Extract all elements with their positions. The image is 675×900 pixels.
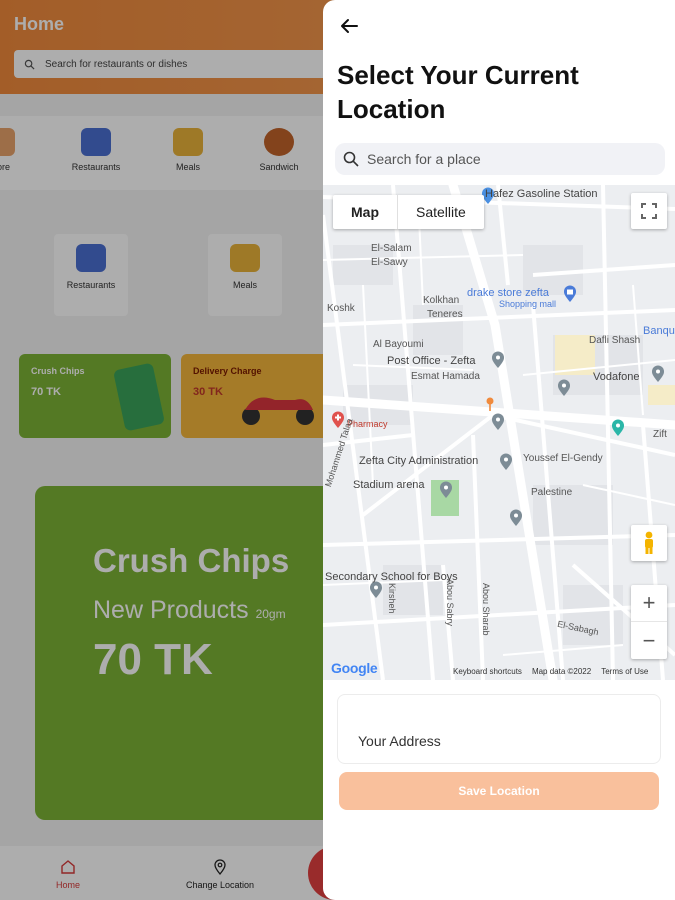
vodafone-pin-icon [652,365,664,382]
pegman-icon [645,531,653,554]
map-footer: Keyboard shortcuts Map data ©2022 Terms … [453,667,648,676]
place-pin-icon [492,413,504,430]
place-pin-icon [612,419,624,436]
map-label: Shopping mall [499,299,557,309]
map-label: El-Sawy [371,257,408,268]
map-label: Abou Sharab [481,583,491,636]
back-button[interactable] [337,14,361,38]
map-label: Al Bayoumi [373,339,424,350]
map-label: El-Salam [371,243,412,254]
map-label: Post Office - Zefta [387,355,476,367]
map-type-toggle: Map Satellite [333,195,484,229]
government-pin-icon [500,453,512,470]
map-label: Dafli Shash [589,335,641,346]
map-label: Hafez Gasoline Station [485,188,598,200]
place-search-input[interactable] [367,151,647,167]
map-label: Zift [653,429,667,440]
google-logo-text: Google [331,660,378,676]
screen: Home Search for restaurants or dishes st… [0,0,675,900]
map-label: Vodafone [593,371,640,383]
place-pin-icon [510,509,522,526]
map-label: Secondary School for Boys [325,571,458,583]
google-logo[interactable]: Google [331,660,378,676]
map-type-map-button[interactable]: Map [333,195,398,229]
post-office-pin-icon [492,351,504,368]
map-label: drake store zefta [467,287,549,299]
map-label: Kirsheh [387,583,397,614]
terms-of-use-link[interactable]: Terms of Use [601,667,648,676]
keyboard-shortcuts-link[interactable]: Keyboard shortcuts [453,667,522,676]
selected-location-pin-icon [486,397,494,411]
save-location-button[interactable]: Save Location [339,772,659,810]
map-label: Abou Sabry [445,579,455,627]
street-view-button[interactable] [631,525,667,561]
shopping-pin-icon [564,285,576,302]
sheet-title: Select Your Current Location [337,60,579,124]
zoom-in-button[interactable]: + [631,585,667,622]
map-label: Kolkhan [423,295,460,306]
place-pin-icon [558,379,570,396]
map-label: Stadium arena [353,479,425,491]
map-label: Koshk [327,303,355,314]
search-icon [343,151,359,167]
zoom-out-button[interactable]: − [631,622,667,659]
school-pin-icon [370,581,382,598]
zoom-controls: + − [631,585,667,659]
map-data-text: Map data ©2022 [531,667,592,676]
back-arrow-icon [341,19,358,33]
stadium-pin-icon [440,481,452,498]
address-input[interactable] [358,733,638,749]
map-label: Teneres [427,309,463,320]
map-type-satellite-button[interactable]: Satellite [398,195,484,229]
address-field[interactable] [337,694,661,764]
map-view[interactable]: Hafez Gasoline Station El-Salam El-Sawy … [323,185,675,680]
map-label: Banque [643,325,675,337]
map-label: Palestine [531,487,573,498]
location-sheet: Select Your Current Location Search for … [323,0,675,900]
map-label: Esmat Hamada [411,371,480,382]
map-label: Zefta City Administration [359,455,479,467]
place-search-box[interactable] [335,143,665,175]
map-label: Youssef El-Gendy [523,453,603,464]
fullscreen-button[interactable] [631,193,667,229]
fullscreen-icon [641,203,657,219]
